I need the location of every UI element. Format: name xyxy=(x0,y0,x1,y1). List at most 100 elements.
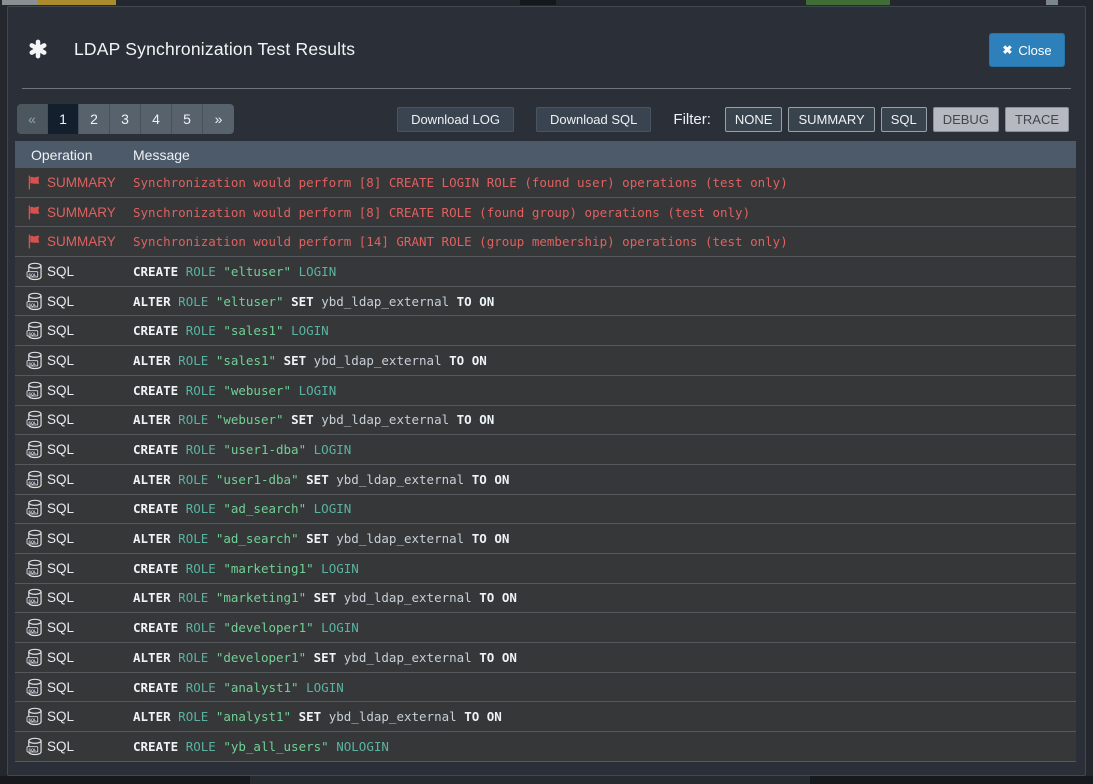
operation-label: SQL xyxy=(47,412,74,427)
svg-text:SQL: SQL xyxy=(28,361,37,366)
operation-cell: SQLSQL xyxy=(15,470,119,489)
pagination-prev[interactable]: « xyxy=(17,104,48,134)
operation-cell: SUMMARY xyxy=(15,205,119,220)
table-row: SQLSQLCREATE ROLE "sales1" LOGIN xyxy=(15,316,1076,346)
svg-text:SQL: SQL xyxy=(28,628,37,633)
message-token: ALTER xyxy=(133,412,171,427)
message-token: ROLE xyxy=(186,680,216,695)
operation-label: SQL xyxy=(47,442,74,457)
operation-label: SQL xyxy=(47,353,74,368)
pagination-page-4[interactable]: 4 xyxy=(141,104,172,134)
message-token: ROLE xyxy=(186,561,216,576)
filter-sql-button[interactable]: SQL xyxy=(881,107,927,132)
message-token: CREATE xyxy=(133,561,178,576)
filter-none-button[interactable]: NONE xyxy=(725,107,783,132)
svg-text:SQL: SQL xyxy=(28,658,37,663)
pagination-next[interactable]: » xyxy=(203,104,234,134)
database-icon: SQL xyxy=(24,737,44,756)
database-icon: SQL xyxy=(24,707,44,726)
table-row: SQLSQLALTER ROLE "ad_search" SET ybd_lda… xyxy=(15,524,1076,554)
database-icon: SQL xyxy=(24,440,44,459)
filter-debug-button[interactable]: DEBUG xyxy=(933,107,999,132)
svg-text:SQL: SQL xyxy=(28,598,37,603)
message-token: ON xyxy=(502,590,517,605)
background-nav-fragment xyxy=(520,0,556,5)
operation-label: SQL xyxy=(47,561,74,576)
message-token: ROLE xyxy=(186,620,216,635)
svg-text:SQL: SQL xyxy=(28,450,37,455)
message-token: ALTER xyxy=(133,709,171,724)
svg-text:SQL: SQL xyxy=(28,420,37,425)
message-token: "marketing1" xyxy=(216,590,306,605)
operation-label: SQL xyxy=(47,264,74,279)
pagination-page-3[interactable]: 3 xyxy=(110,104,141,134)
message-token: CREATE xyxy=(133,739,178,754)
message-token: ON xyxy=(502,650,517,665)
operation-cell: SQLSQL xyxy=(15,381,119,400)
pagination-page-2[interactable]: 2 xyxy=(79,104,110,134)
message-token: LOGIN xyxy=(306,680,344,695)
database-icon: SQL xyxy=(24,678,44,697)
table-row: SUMMARYSynchronization would perform [14… xyxy=(15,227,1076,257)
operation-cell: SQLSQL xyxy=(15,262,119,281)
message-token: ROLE xyxy=(178,353,208,368)
message-token: CREATE xyxy=(133,442,178,457)
message-token: "analyst1" xyxy=(216,709,291,724)
pagination: «12345» xyxy=(17,104,234,134)
filter-summary-button[interactable]: SUMMARY xyxy=(788,107,874,132)
message-token: TO xyxy=(479,650,494,665)
flag-icon xyxy=(24,175,44,190)
message-token: ALTER xyxy=(133,353,171,368)
operation-cell: SQLSQL xyxy=(15,559,119,578)
message-token: LOGIN xyxy=(299,383,337,398)
table-row: SUMMARY Synchronization would perform [8]… xyxy=(15,198,1076,228)
message-token: "user1-dba" xyxy=(223,442,306,457)
database-icon: SQL xyxy=(24,262,44,281)
operation-cell: SQLSQL xyxy=(15,321,119,340)
message-token: ROLE xyxy=(178,650,208,665)
message-token: ROLE xyxy=(178,472,208,487)
pagination-page-5[interactable]: 5 xyxy=(172,104,203,134)
message-token: "webuser" xyxy=(223,383,291,398)
message-cell: CREATE ROLE "developer1" LOGIN xyxy=(119,620,359,635)
svg-text:SQL: SQL xyxy=(28,717,37,722)
message-token: SET xyxy=(284,353,307,368)
message-token: "analyst1" xyxy=(223,680,298,695)
message-cell: ALTER ROLE "user1-dba" SET ybd_ldap_exte… xyxy=(119,472,509,487)
message-token: NOLOGIN xyxy=(336,739,389,754)
message-cell: CREATE ROLE "user1-dba" LOGIN xyxy=(119,442,351,457)
operation-cell: SQLSQL xyxy=(15,707,119,726)
message-token: ROLE xyxy=(186,383,216,398)
message-token: ybd_ldap_external xyxy=(329,709,457,724)
message-token: Synchronization would perform [8] CREATE… xyxy=(133,175,788,190)
download-sql-button[interactable]: Download SQL xyxy=(536,107,651,132)
operation-cell: SQL SQL xyxy=(15,618,119,637)
message-token: Synchronization would perform [8] CREATE… xyxy=(133,205,750,220)
message-token: ON xyxy=(494,472,509,487)
table-row: SQLSQLALTER ROLE "user1-dba" SET ybd_lda… xyxy=(15,465,1076,495)
message-token: ON xyxy=(494,531,509,546)
database-icon: SQL xyxy=(24,648,44,667)
table-row: SQLSQLALTER ROLE "developer1" SET ybd_ld… xyxy=(15,643,1076,673)
table-row: SQL SQL CREATE ROLE "user1-dba" LOGIN xyxy=(15,435,1076,465)
operation-label: SUMMARY xyxy=(47,205,116,220)
message-token: "marketing1" xyxy=(223,561,313,576)
database-icon: SQL xyxy=(24,499,44,518)
message-token: ON xyxy=(472,353,487,368)
ldap-sync-results-modal: LDAP Synchronization Test Results ✖ Clos… xyxy=(7,6,1086,776)
message-cell: Synchronization would perform [8] CREATE… xyxy=(119,175,788,190)
operation-cell: SQL SQL xyxy=(15,410,119,429)
message-token: ROLE xyxy=(186,442,216,457)
message-token: ROLE xyxy=(178,590,208,605)
database-icon: SQL xyxy=(24,321,44,340)
table-row: SQLSQLALTER ROLE "eltuser" SET ybd_ldap_… xyxy=(15,287,1076,317)
operation-label: SQL xyxy=(47,531,74,546)
message-token: ROLE xyxy=(178,531,208,546)
download-log-button[interactable]: Download LOG xyxy=(397,107,514,132)
pagination-page-1[interactable]: 1 xyxy=(48,104,79,134)
background-button-fragment xyxy=(806,0,890,5)
operation-label: SQL xyxy=(47,620,74,635)
close-button[interactable]: ✖ Close xyxy=(989,33,1065,67)
message-token: "eltuser" xyxy=(216,294,284,309)
filter-trace-button[interactable]: TRACE xyxy=(1005,107,1069,132)
